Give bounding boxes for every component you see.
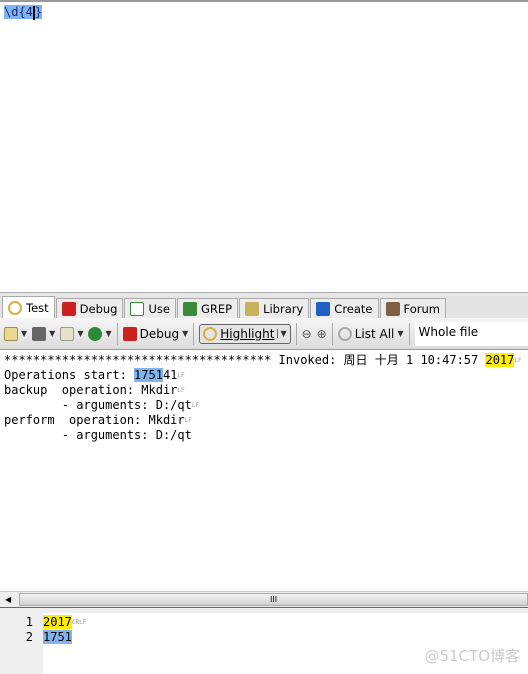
horizontal-scrollbar[interactable]: ◀ III: [0, 591, 528, 607]
magnifier-icon: [337, 326, 352, 341]
match-highlight: 2017: [485, 353, 515, 367]
line-end-marker: LF: [184, 417, 192, 424]
bug-icon: [122, 326, 137, 341]
list-all-label: List All: [354, 326, 395, 341]
web-button[interactable]: ▼: [88, 326, 112, 341]
divider: [116, 322, 118, 345]
next-match-icon[interactable]: ⊕: [317, 327, 327, 341]
file-icon: [4, 326, 18, 341]
toolbar: ▼ ▼ ▼ ▼ Debug ▼ Highlight ▼ ⊖ ⊕ List All ▼ …: [0, 318, 528, 350]
magnifier-icon: [8, 300, 22, 315]
create-icon: [316, 301, 331, 316]
divider: [408, 322, 410, 345]
tab-label: Use: [148, 301, 170, 316]
result-match[interactable]: 2017: [43, 615, 72, 629]
tab-label: Library: [263, 301, 304, 316]
dropdown-arrow-icon[interactable]: ▼: [277, 329, 287, 338]
scope-select[interactable]: Whole file: [414, 321, 528, 346]
line-end-marker: LF: [177, 372, 185, 379]
divider: [295, 322, 297, 345]
test-line: perform operation: Mkdir: [4, 413, 185, 427]
tab-test[interactable]: Test: [2, 296, 55, 318]
test-line: backup operation: Mkdir: [4, 383, 178, 397]
tab-label: Create: [334, 301, 373, 316]
dropdown-arrow-icon: ▼: [182, 329, 189, 338]
dropdown-arrow-icon: ▼: [397, 329, 404, 338]
open-button[interactable]: ▼: [4, 326, 28, 341]
tab-use[interactable]: Use: [124, 298, 176, 318]
test-line: - arguments: D:/qt: [4, 428, 192, 442]
tab-grep[interactable]: GREP: [176, 298, 239, 318]
tab-label: GREP: [200, 301, 233, 316]
library-icon: [245, 301, 260, 316]
clipboard-icon: [60, 326, 75, 341]
test-line: Operations start:: [4, 368, 135, 382]
line-end-marker: LF: [177, 387, 185, 394]
line-end-marker: LF: [514, 357, 522, 364]
dropdown-arrow-icon: ▼: [49, 329, 56, 338]
grep-icon: [182, 301, 197, 316]
test-text-area[interactable]: ************************************* In…: [0, 351, 528, 591]
regex-text: \d{4}: [4, 5, 43, 20]
save-icon: [32, 326, 47, 341]
tab-bar: Test Debug Use GREP Library Create Forum: [0, 296, 528, 318]
tab-label: Debug: [79, 301, 118, 316]
dropdown-arrow-icon: ▼: [77, 329, 84, 338]
tab-label: Forum: [403, 301, 440, 316]
forum-icon: [385, 301, 400, 316]
tab-forum[interactable]: Forum: [379, 298, 446, 318]
globe-icon: [88, 326, 103, 341]
tab-library[interactable]: Library: [239, 298, 310, 318]
line-number: 1: [25, 615, 33, 629]
tab-create[interactable]: Create: [310, 298, 379, 318]
debug-label: Debug: [139, 326, 180, 341]
debug-button[interactable]: Debug ▼: [122, 326, 189, 341]
test-text: 41: [162, 368, 178, 382]
previous-match-icon[interactable]: ⊖: [302, 327, 312, 341]
scroll-left-icon[interactable]: ◀: [0, 595, 11, 604]
highlight-button[interactable]: Highlight ▼: [199, 323, 291, 344]
paste-button[interactable]: ▼: [60, 326, 84, 341]
divider: [331, 322, 333, 345]
regex-editor[interactable]: \d{4}: [0, 0, 528, 292]
test-line: - arguments: D:/qt: [4, 398, 192, 412]
list-all-button[interactable]: List All ▼: [337, 326, 404, 341]
bug-icon: [61, 301, 76, 316]
dropdown-arrow-icon: ▼: [21, 329, 28, 338]
use-icon: [130, 301, 145, 316]
dropdown-arrow-icon: ▼: [105, 329, 112, 338]
watermark: @51CTO博客: [424, 647, 520, 665]
save-button[interactable]: ▼: [32, 326, 56, 341]
tab-debug[interactable]: Debug: [55, 298, 124, 318]
line-numbers: 12: [0, 613, 43, 674]
highlight-label: Highlight: [220, 326, 275, 341]
divider: [193, 322, 195, 345]
tab-label: Test: [26, 300, 49, 315]
line-end-marker: CRLF: [71, 619, 87, 626]
test-line: ************************************* In…: [4, 353, 486, 367]
scrollbar-thumb[interactable]: III: [19, 593, 528, 606]
result-match[interactable]: 1751: [43, 630, 72, 644]
match-highlight: 1751: [134, 368, 163, 382]
line-end-marker: LF: [191, 402, 200, 409]
line-number: 2: [25, 630, 33, 644]
magnifier-icon: [203, 326, 218, 341]
